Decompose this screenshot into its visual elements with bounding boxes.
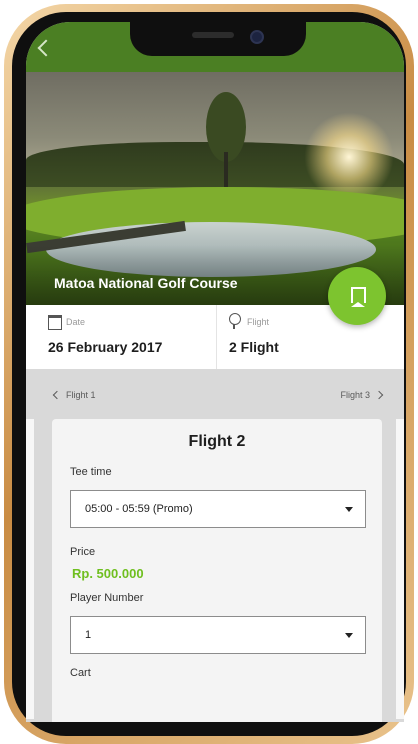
flight-value: 2 Flight: [229, 339, 279, 355]
app-screen: Matoa National Golf Course Date 26 Febru…: [26, 22, 404, 722]
course-name: Matoa National Golf Course: [54, 275, 238, 291]
hero-tree-trunk: [224, 152, 228, 192]
next-card-peek: [396, 419, 404, 719]
caret-down-icon: [345, 633, 353, 638]
flight-navigation: Flight 1 Flight 3: [26, 369, 404, 419]
flight-card-title: Flight 2: [188, 433, 246, 450]
tee-time-label: Tee time: [70, 466, 112, 478]
tee-time-value: 05:00 - 05:59 (Promo): [85, 503, 193, 515]
player-number-label: Player Number: [70, 592, 144, 604]
speaker: [192, 32, 234, 38]
player-number-select[interactable]: 1: [70, 616, 366, 654]
next-flight-label: Flight 3: [340, 390, 370, 400]
golf-ball-icon: [229, 313, 241, 329]
chevron-left-icon: [52, 390, 62, 400]
caret-down-icon: [345, 507, 353, 512]
hero-sun: [304, 112, 394, 202]
bookmark-icon: [351, 287, 366, 307]
chevron-right-icon: [374, 390, 384, 400]
date-label: Date: [66, 317, 86, 327]
player-number-value: 1: [85, 629, 92, 641]
date-info: Date 26 February 2017: [48, 305, 213, 369]
previous-card-peek: [26, 419, 34, 719]
flight-card: Flight 2 Tee time 05:00 - 05:59 (Promo) …: [52, 419, 382, 722]
cart-label: Cart: [70, 667, 91, 679]
notch: [130, 22, 306, 56]
date-value: 26 February 2017: [48, 339, 163, 355]
back-icon[interactable]: [37, 39, 55, 57]
price-label: Price: [70, 546, 96, 558]
bookmark-button[interactable]: [328, 267, 386, 325]
camera: [250, 30, 264, 44]
tee-time-select[interactable]: 05:00 - 05:59 (Promo): [70, 490, 366, 528]
prev-flight-label: Flight 1: [66, 390, 96, 400]
flight-label: Flight: [247, 317, 270, 327]
price-value: Rp. 500.000: [72, 566, 144, 581]
calendar-icon: [48, 315, 62, 330]
prev-flight-button[interactable]: Flight 1: [52, 390, 96, 400]
next-flight-button[interactable]: Flight 3: [340, 390, 384, 400]
